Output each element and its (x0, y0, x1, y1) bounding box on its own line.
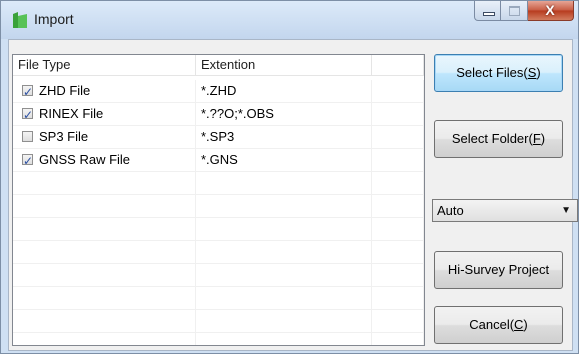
empty-cell (372, 333, 424, 345)
file-type-checkbox[interactable] (22, 104, 33, 126)
extension-cell (196, 218, 372, 240)
extension-cell (196, 310, 372, 332)
extension-cell (196, 241, 372, 263)
dialog-body: File Type Extention ZHD File*.ZHDRINEX F… (8, 39, 578, 351)
file-type-cell (13, 195, 196, 217)
select-folder-label-suffix: ) (540, 131, 546, 146)
cancel-button[interactable]: Cancel(C) (434, 306, 563, 344)
title-bar[interactable]: Import X (1, 1, 578, 39)
column-header-empty (372, 55, 424, 75)
file-type-label: GNSS Raw File (39, 152, 131, 167)
file-type-cell (13, 218, 196, 240)
empty-cell (372, 241, 424, 263)
list-rows: ZHD File*.ZHDRINEX File*.??O;*.OBSSP3 Fi… (13, 80, 424, 345)
file-type-checkbox[interactable] (22, 150, 33, 172)
minimize-button[interactable] (474, 1, 501, 21)
extension-cell (196, 333, 372, 345)
empty-cell (372, 103, 424, 125)
select-files-label: Select Files( (456, 65, 528, 80)
file-type-label: ZHD File (39, 83, 91, 98)
list-header: File Type Extention (13, 55, 424, 76)
file-type-cell (13, 333, 196, 345)
list-row[interactable]: SP3 File *.SP3 (13, 126, 424, 149)
empty-cell (372, 149, 424, 171)
list-row[interactable] (13, 333, 424, 345)
file-type-checkbox[interactable] (22, 131, 33, 142)
cancel-label: Cancel( (469, 317, 515, 332)
file-type-cell: RINEX File (13, 103, 196, 126)
list-row[interactable]: RINEX File *.??O;*.OBS (13, 103, 424, 126)
file-type-list[interactable]: File Type Extention ZHD File*.ZHDRINEX F… (12, 54, 425, 346)
extension-cell: *.ZHD (196, 80, 372, 102)
empty-cell (372, 80, 424, 102)
empty-cell (372, 218, 424, 240)
list-row[interactable] (13, 310, 424, 333)
extension-cell (196, 195, 372, 217)
list-row[interactable] (13, 241, 424, 264)
list-row[interactable] (13, 218, 424, 241)
extension-cell: *.SP3 (196, 126, 372, 148)
file-type-checkbox[interactable] (22, 81, 33, 103)
column-header-file-type[interactable]: File Type (13, 55, 196, 75)
extension-cell: *.GNS (196, 149, 372, 171)
extension-cell: *.??O;*.OBS (196, 103, 372, 125)
empty-cell (372, 264, 424, 286)
file-type-cell (13, 172, 196, 194)
app-icon (13, 12, 27, 28)
empty-cell (372, 195, 424, 217)
list-row[interactable] (13, 287, 424, 310)
select-folder-accelerator: F (532, 131, 541, 146)
empty-cell (372, 287, 424, 309)
extension-cell (196, 287, 372, 309)
close-icon: X (545, 2, 555, 18)
list-row[interactable] (13, 195, 424, 218)
window-title: Import (34, 11, 74, 27)
hi-survey-project-label: Hi-Survey Project (447, 262, 550, 277)
file-type-cell (13, 241, 196, 263)
empty-cell (372, 310, 424, 332)
list-row[interactable]: GNSS Raw File *.GNS (13, 149, 424, 172)
close-button[interactable]: X (528, 1, 574, 21)
caption-buttons: X (474, 1, 574, 23)
extension-cell (196, 264, 372, 286)
empty-cell (372, 172, 424, 194)
list-row[interactable] (13, 264, 424, 287)
cancel-accelerator: C (514, 317, 524, 332)
list-row[interactable]: ZHD File *.ZHD (13, 80, 424, 103)
file-type-label: SP3 File (39, 129, 89, 144)
file-type-cell (13, 264, 196, 286)
chevron-down-icon: ▼ (561, 205, 571, 216)
select-files-button[interactable]: Select Files(S) (434, 54, 563, 92)
mode-dropdown-value: Auto (437, 203, 464, 218)
hi-survey-project-button[interactable]: Hi-Survey Project (434, 251, 563, 289)
extension-cell (196, 172, 372, 194)
column-header-extention[interactable]: Extention (196, 55, 372, 75)
file-type-label: RINEX File (39, 106, 104, 121)
file-type-cell: SP3 File (13, 126, 196, 148)
file-type-cell: ZHD File (13, 80, 196, 103)
maximize-button[interactable] (501, 1, 528, 21)
select-files-label-suffix: ) (536, 65, 541, 80)
select-folder-button[interactable]: Select Folder(F) (434, 120, 563, 158)
empty-cell (372, 126, 424, 148)
file-type-cell: GNSS Raw File (13, 149, 196, 172)
cancel-label-suffix: ) (523, 317, 528, 332)
select-folder-label: Select Folder( (451, 131, 533, 146)
list-row[interactable] (13, 172, 424, 195)
file-type-cell (13, 287, 196, 309)
mode-dropdown[interactable]: Auto ▼ (432, 199, 578, 222)
file-type-cell (13, 310, 196, 332)
import-dialog: Import X File Type Extention ZHD File *.Z… (0, 0, 579, 354)
